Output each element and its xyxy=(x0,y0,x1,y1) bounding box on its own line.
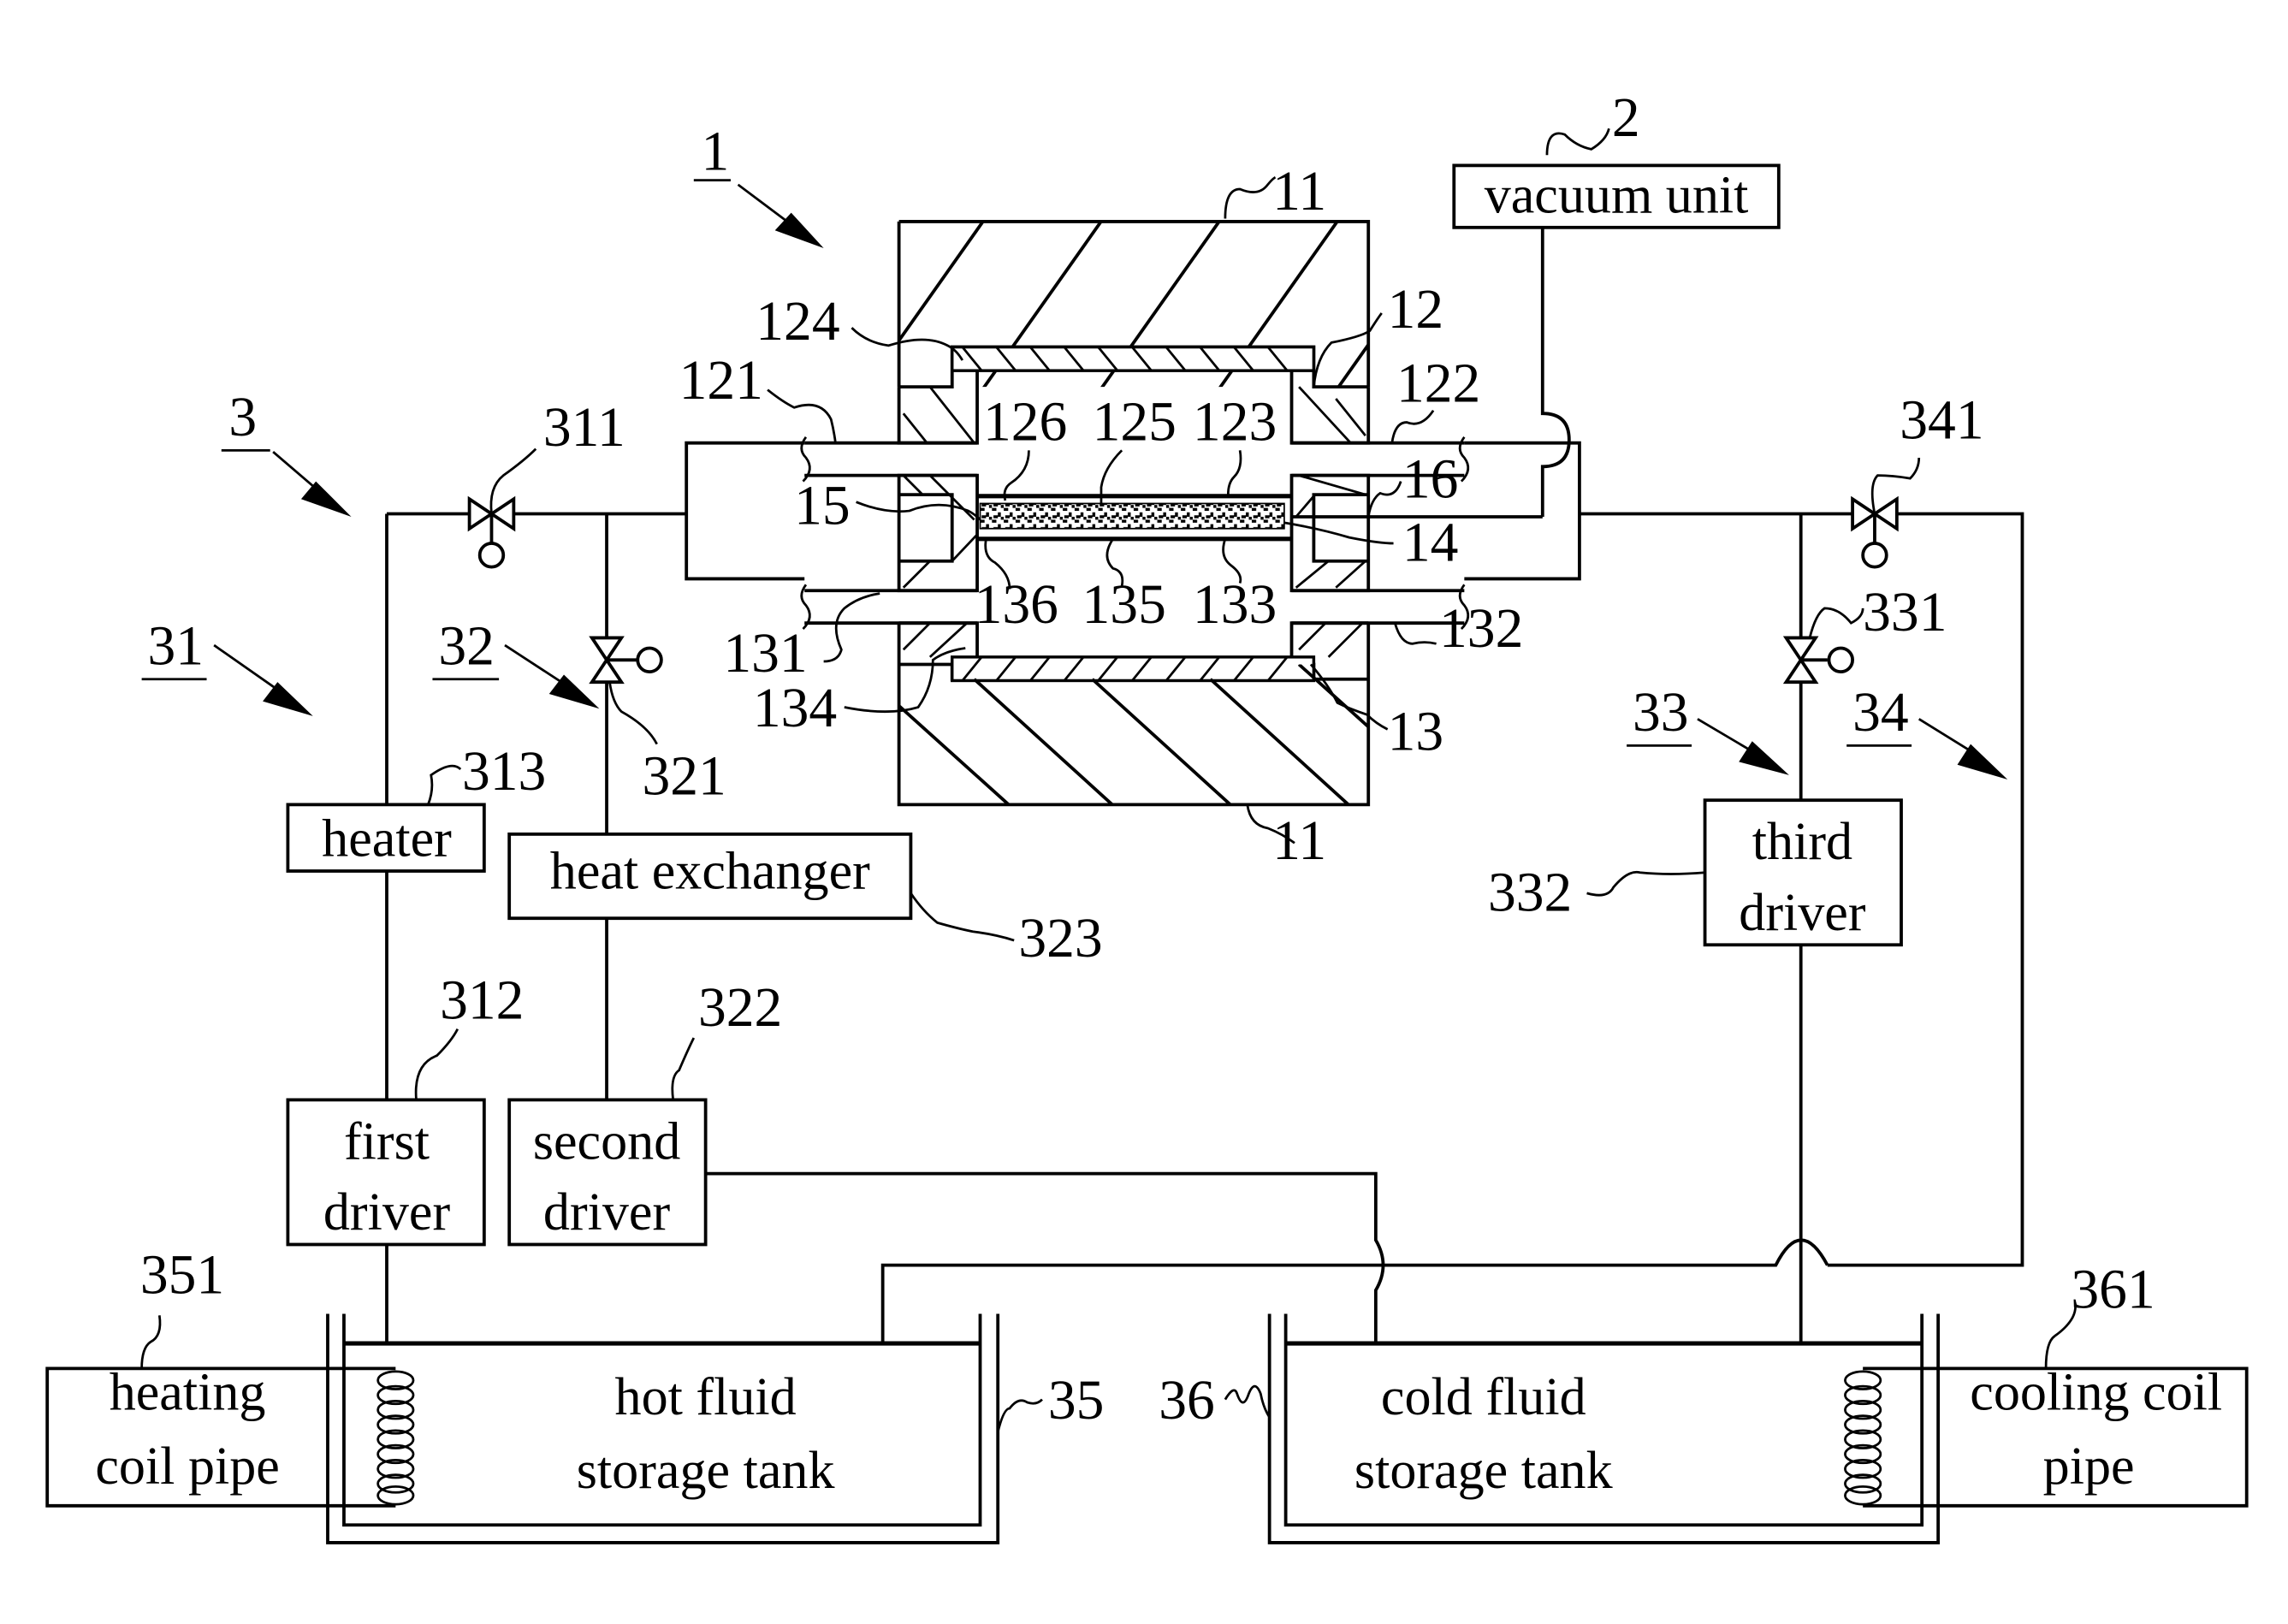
cold-fluid-storage-tank: cold fluid storage tank xyxy=(1267,1313,1941,1544)
ref-12: 12 xyxy=(1388,279,1444,341)
cooling-coil-pipe: cooling coil pipe xyxy=(1844,1364,2249,1508)
third-driver-label-1: third xyxy=(1752,813,1852,871)
heater-box: heater xyxy=(286,803,486,873)
ref-126: 126 xyxy=(983,391,1067,453)
ref-133: 133 xyxy=(1193,574,1277,636)
ref-14: 14 xyxy=(1402,513,1459,574)
arrow-icon xyxy=(263,682,313,716)
label-2: 2 xyxy=(1612,87,1640,149)
assembly-label-1: 1 xyxy=(693,122,824,248)
lower-mold-block xyxy=(897,621,1371,807)
cooling-coil-label-2: pipe xyxy=(2043,1437,2135,1496)
ref-11-top: 11 xyxy=(1272,161,1326,222)
cooling-coil-icon xyxy=(1844,1370,1882,1506)
hot-fluid-storage-tank: hot fluid storage tank xyxy=(326,1313,1000,1544)
arrow-icon xyxy=(300,481,352,517)
label-31: 31 xyxy=(148,615,204,677)
ref-313: 313 xyxy=(462,741,546,803)
second-driver-box: second driver xyxy=(507,1098,708,1247)
ref-11-bottom: 11 xyxy=(1272,810,1326,872)
cold-tank-label-1: cold fluid xyxy=(1381,1368,1586,1426)
valve-331-icon xyxy=(1782,636,1854,685)
third-driver-label-2: driver xyxy=(1739,884,1866,942)
label-1: 1 xyxy=(701,122,729,183)
porous-layer-14 xyxy=(979,502,1285,530)
ref-312: 312 xyxy=(440,970,524,1032)
ref-135: 135 xyxy=(1082,574,1166,636)
ref-122: 122 xyxy=(1396,353,1480,414)
heater-label: heater xyxy=(322,810,452,868)
ref-134: 134 xyxy=(753,678,837,739)
ref-311: 311 xyxy=(543,397,625,459)
ref-13: 13 xyxy=(1388,702,1444,763)
ref-361: 361 xyxy=(2071,1259,2155,1321)
label-34: 34 xyxy=(1852,682,1909,744)
ref-35: 35 xyxy=(1048,1370,1105,1431)
heating-coil-pipe: heating coil pipe xyxy=(45,1364,415,1508)
ref-123: 123 xyxy=(1193,391,1277,453)
ref-121: 121 xyxy=(679,350,763,412)
hot-tank-label-2: storage tank xyxy=(577,1442,836,1500)
label-3: 3 xyxy=(228,387,257,448)
left-manifold xyxy=(685,441,805,581)
third-driver-box: third driver xyxy=(1703,798,1903,947)
assembly-label-32: 32 xyxy=(432,615,600,709)
right-manifold xyxy=(1464,441,1581,581)
assembly-label-34: 34 xyxy=(1846,682,2008,780)
second-driver-label-1: second xyxy=(533,1112,680,1171)
cold-tank-label-2: storage tank xyxy=(1354,1442,1614,1500)
assembly-label-33: 33 xyxy=(1627,682,1789,775)
ref-321: 321 xyxy=(642,745,726,807)
assembly-label-3: 3 xyxy=(221,387,352,517)
ref-15: 15 xyxy=(794,476,851,537)
first-driver-label-2: driver xyxy=(323,1183,451,1242)
ref-341: 341 xyxy=(1900,390,1983,452)
assembly-label-31: 31 xyxy=(141,615,313,716)
vacuum-unit: vacuum unit xyxy=(1452,163,1781,517)
ref-331: 331 xyxy=(1863,582,1947,643)
ref-351: 351 xyxy=(140,1244,224,1306)
label-32: 32 xyxy=(438,615,495,677)
heating-coil-label-2: coil pipe xyxy=(95,1437,280,1496)
heating-coil-label-1: heating xyxy=(110,1364,266,1422)
heating-coil-icon xyxy=(376,1370,415,1506)
ref-124: 124 xyxy=(756,291,839,353)
heat-exchanger-box: heat exchanger xyxy=(507,832,913,921)
second-driver-label-2: driver xyxy=(543,1183,671,1242)
valve-321-icon xyxy=(589,636,663,685)
ref-131: 131 xyxy=(723,623,807,685)
cooling-coil-label-1: cooling coil xyxy=(1970,1364,2222,1422)
assembly-label-2: 2 xyxy=(1545,87,1640,156)
ref-36: 36 xyxy=(1159,1370,1215,1431)
first-driver-label-1: first xyxy=(344,1112,430,1171)
ref-125: 125 xyxy=(1093,391,1177,453)
ref-16: 16 xyxy=(1402,449,1459,511)
heat-exchanger-label: heat exchanger xyxy=(550,843,870,901)
first-driver-box: first driver xyxy=(286,1098,486,1247)
ref-132: 132 xyxy=(1439,598,1523,660)
schematic-diagram: vacuum unit heater heat exchanger first xyxy=(45,87,2249,1544)
ref-136: 136 xyxy=(975,574,1058,636)
ref-323: 323 xyxy=(1018,908,1102,969)
vacuum-unit-label: vacuum unit xyxy=(1485,167,1749,225)
hot-tank-label-1: hot fluid xyxy=(615,1368,797,1426)
ref-332: 332 xyxy=(1488,862,1572,924)
cross-pipes xyxy=(705,1171,1829,1344)
label-33: 33 xyxy=(1633,682,1689,744)
arrow-icon xyxy=(1739,741,1789,775)
ref-322: 322 xyxy=(698,977,782,1039)
arrow-icon xyxy=(1957,744,2008,780)
